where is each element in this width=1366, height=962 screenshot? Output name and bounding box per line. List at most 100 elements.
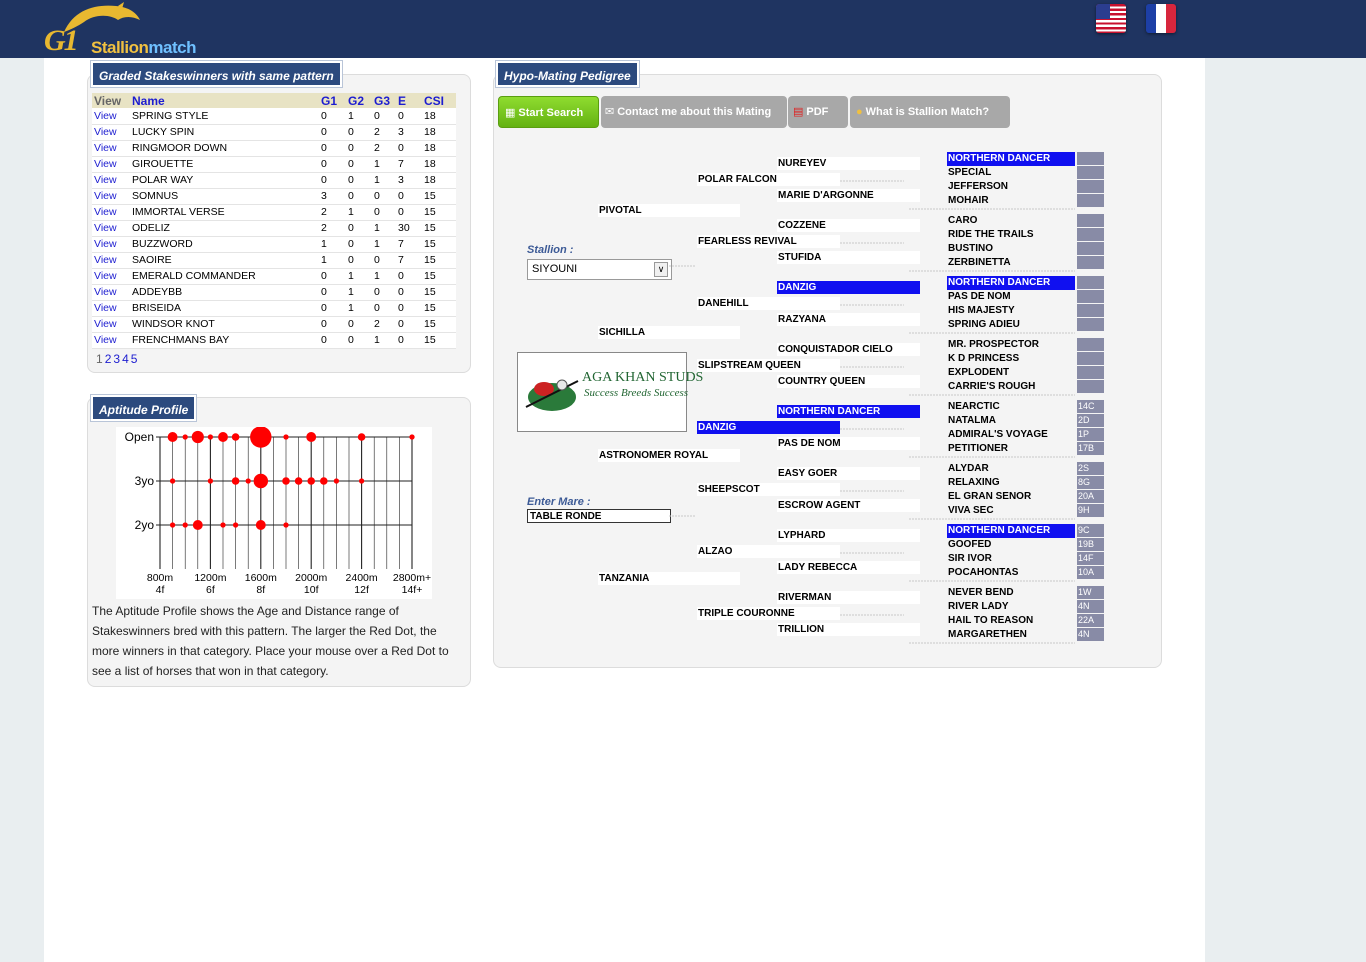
col-g3[interactable]: G3: [372, 93, 396, 108]
pedigree-gen1-3[interactable]: ASTRONOMER ROYAL: [598, 449, 740, 462]
pedigree-gen1-1[interactable]: PIVOTAL: [598, 204, 740, 217]
pedigree-gen4-5[interactable]: CARO: [947, 214, 1075, 228]
pedigree-gen4-19[interactable]: ADMIRAL'S VOYAGE: [947, 428, 1075, 442]
winner-dot[interactable]: [294, 477, 303, 485]
pedigree-gen3-8[interactable]: COUNTRY QUEEN: [777, 375, 920, 388]
pedigree-gen3-13[interactable]: LYPHARD: [777, 529, 920, 542]
pedigree-gen4-15[interactable]: EXPLODENT: [947, 366, 1075, 380]
pedigree-gen4-17[interactable]: NEARCTIC: [947, 400, 1075, 414]
winner-dot[interactable]: [169, 522, 176, 528]
pedigree-gen3-12[interactable]: ESCROW AGENT: [777, 499, 920, 512]
pedigree-gen2-4[interactable]: SLIPSTREAM QUEEN: [697, 359, 840, 372]
winner-dot[interactable]: [232, 522, 239, 528]
view-link[interactable]: View: [92, 268, 130, 285]
page-link-5[interactable]: 5: [131, 352, 138, 366]
winner-dot[interactable]: [169, 478, 176, 484]
winner-dot[interactable]: [182, 522, 188, 528]
pedigree-gen4-9[interactable]: NORTHERN DANCER: [947, 276, 1075, 290]
view-link[interactable]: View: [92, 252, 130, 269]
us-flag-icon[interactable]: [1096, 4, 1126, 33]
view-link[interactable]: View: [92, 236, 130, 253]
pedigree-gen4-24[interactable]: VIVA SEC: [947, 504, 1075, 518]
view-link[interactable]: View: [92, 108, 130, 125]
winner-dot[interactable]: [231, 433, 240, 441]
winner-dot[interactable]: [245, 478, 251, 484]
pedigree-gen1-2[interactable]: SICHILLA: [598, 326, 740, 339]
view-link[interactable]: View: [92, 156, 130, 173]
view-link[interactable]: View: [92, 316, 130, 333]
winner-dot[interactable]: [409, 434, 415, 440]
pedigree-gen4-14[interactable]: K D PRINCESS: [947, 352, 1075, 366]
pedigree-gen4-20[interactable]: PETITIONER: [947, 442, 1075, 456]
pedigree-gen3-15[interactable]: RIVERMAN: [777, 591, 920, 604]
mare-input[interactable]: TABLE RONDE: [527, 509, 671, 523]
stallionmatch-logo[interactable]: G1 Stallionmatch: [44, 2, 220, 58]
pedigree-gen3-9[interactable]: NORTHERN DANCER: [777, 405, 920, 418]
pedigree-gen4-1[interactable]: NORTHERN DANCER: [947, 152, 1075, 166]
pedigree-gen4-4[interactable]: MOHAIR: [947, 194, 1075, 208]
view-link[interactable]: View: [92, 332, 130, 349]
fr-flag-icon[interactable]: [1146, 4, 1176, 33]
pedigree-gen4-23[interactable]: EL GRAN SENOR: [947, 490, 1075, 504]
contact-mating-button[interactable]: ✉ Contact me about this Mating: [601, 96, 787, 128]
page-link-2[interactable]: 2: [105, 352, 112, 366]
winner-dot[interactable]: [283, 522, 289, 528]
pedigree-gen2-6[interactable]: SHEEPSCOT: [697, 483, 840, 496]
view-link[interactable]: View: [92, 140, 130, 157]
pedigree-gen4-32[interactable]: MARGARETHEN: [947, 628, 1075, 642]
pedigree-gen4-11[interactable]: HIS MAJESTY: [947, 304, 1075, 318]
winner-dot[interactable]: [207, 478, 214, 484]
winner-dot[interactable]: [218, 432, 228, 442]
pedigree-gen3-3[interactable]: COZZENE: [777, 219, 920, 232]
winner-dot[interactable]: [231, 477, 240, 485]
winner-dot[interactable]: [320, 477, 328, 485]
pedigree-gen4-10[interactable]: PAS DE NOM: [947, 290, 1075, 304]
pedigree-gen2-1[interactable]: POLAR FALCON: [697, 173, 840, 186]
pedigree-gen3-14[interactable]: LADY REBECCA: [777, 561, 920, 574]
winner-dot[interactable]: [191, 430, 204, 444]
pedigree-gen3-2[interactable]: MARIE D'ARGONNE: [777, 189, 920, 202]
col-name[interactable]: Name: [130, 93, 319, 108]
pedigree-gen4-31[interactable]: HAIL TO REASON: [947, 614, 1075, 628]
pedigree-gen4-29[interactable]: NEVER BEND: [947, 586, 1075, 600]
winner-dot[interactable]: [306, 432, 317, 442]
winner-dot[interactable]: [282, 477, 290, 485]
winner-dot[interactable]: [182, 434, 188, 440]
pedigree-gen4-30[interactable]: RIVER LADY: [947, 600, 1075, 614]
chevron-down-icon[interactable]: ∨: [654, 262, 668, 277]
pedigree-gen3-1[interactable]: NUREYEV: [777, 157, 920, 170]
col-g2[interactable]: G2: [346, 93, 372, 108]
view-link[interactable]: View: [92, 220, 130, 237]
pedigree-gen4-13[interactable]: MR. PROSPECTOR: [947, 338, 1075, 352]
pedigree-gen3-4[interactable]: STUFIDA: [777, 251, 920, 264]
pedigree-gen4-8[interactable]: ZERBINETTA: [947, 256, 1075, 270]
what-is-stallion-match-button[interactable]: ● What is Stallion Match?: [850, 96, 1010, 128]
pedigree-gen3-10[interactable]: PAS DE NOM: [777, 437, 920, 450]
pedigree-gen4-25[interactable]: NORTHERN DANCER: [947, 524, 1075, 538]
page-link-4[interactable]: 4: [122, 352, 129, 366]
winner-dot[interactable]: [283, 434, 289, 440]
winner-dot[interactable]: [333, 478, 340, 484]
pedigree-gen4-6[interactable]: RIDE THE TRAILS: [947, 228, 1075, 242]
col-e[interactable]: E: [396, 93, 422, 108]
winner-dot[interactable]: [357, 433, 366, 441]
winner-dot[interactable]: [192, 520, 203, 530]
pedigree-gen3-5[interactable]: DANZIG: [777, 281, 920, 294]
pedigree-gen3-6[interactable]: RAZYANA: [777, 313, 920, 326]
start-search-button[interactable]: ▦ Start Search: [498, 96, 599, 128]
aga-khan-studs-ad[interactable]: AGA KHAN STUDS Success Breeds Success: [517, 352, 703, 432]
winner-dot[interactable]: [250, 427, 272, 448]
winner-dot[interactable]: [358, 478, 365, 484]
pedigree-gen4-2[interactable]: SPECIAL: [947, 166, 1075, 180]
pedigree-gen4-18[interactable]: NATALMA: [947, 414, 1075, 428]
pedigree-gen2-3[interactable]: DANEHILL: [697, 297, 840, 310]
pedigree-gen4-22[interactable]: RELAXING: [947, 476, 1075, 490]
pedigree-gen4-27[interactable]: SIR IVOR: [947, 552, 1075, 566]
pedigree-gen2-7[interactable]: ALZAO: [697, 545, 840, 558]
view-link[interactable]: View: [92, 300, 130, 317]
pedigree-gen1-4[interactable]: TANZANIA: [598, 572, 740, 585]
winner-dot[interactable]: [167, 432, 178, 442]
pedigree-gen4-21[interactable]: ALYDAR: [947, 462, 1075, 476]
col-csi[interactable]: CSI: [422, 93, 456, 108]
pedigree-gen2-5[interactable]: DANZIG: [697, 421, 840, 434]
